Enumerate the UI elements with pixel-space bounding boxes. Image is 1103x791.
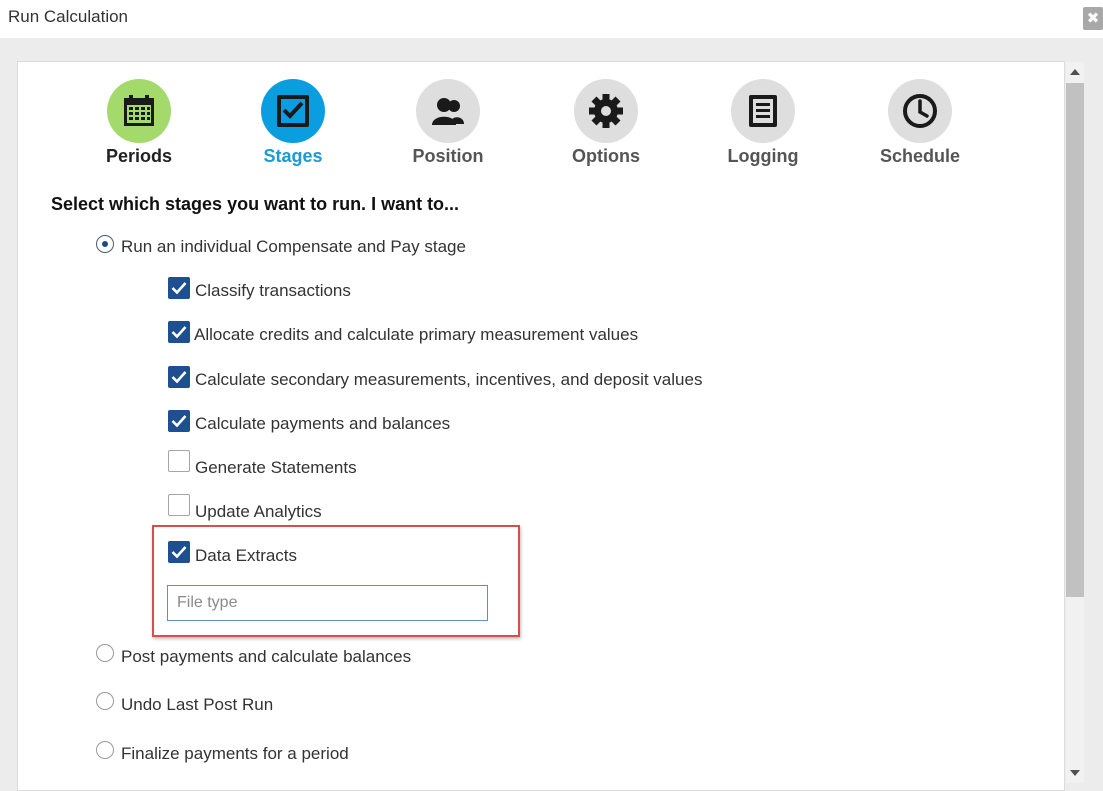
scroll-thumb[interactable] xyxy=(1066,83,1084,597)
checkbox-generate-statements[interactable] xyxy=(168,450,190,472)
step-schedule-label: Schedule xyxy=(879,146,961,166)
stage-label: Data Extracts xyxy=(195,546,298,565)
document-icon xyxy=(749,95,777,127)
calendar-icon xyxy=(124,95,154,126)
stage-label: Generate Statements xyxy=(195,458,357,477)
window-title: Run Calculation xyxy=(8,7,129,26)
checkbox-icon xyxy=(277,95,309,127)
step-periods-circle xyxy=(107,79,171,143)
checkmark-icon xyxy=(171,371,187,384)
step-logging[interactable]: Logging xyxy=(698,79,828,167)
file-type-input[interactable] xyxy=(167,585,488,621)
checkbox-classify-transactions[interactable] xyxy=(168,277,190,299)
title-bar: Run Calculation ✖ xyxy=(0,0,1103,38)
radio-individual-stage[interactable] xyxy=(96,235,114,253)
stage-label: Calculate secondary measurements, incent… xyxy=(195,370,703,389)
step-periods-label: Periods xyxy=(105,146,173,166)
stage-label: Allocate credits and calculate primary m… xyxy=(194,325,639,344)
step-stages-label: Stages xyxy=(263,146,323,166)
clock-icon xyxy=(903,94,937,128)
radio-undo-last-post-label: Undo Last Post Run xyxy=(121,695,274,714)
step-options-label: Options xyxy=(572,146,640,166)
step-position-label: Position xyxy=(412,146,484,166)
radio-individual-stage-label: Run an individual Compensate and Pay sta… xyxy=(121,237,466,256)
checkbox-update-analytics[interactable] xyxy=(168,494,190,516)
checkmark-icon xyxy=(171,415,187,428)
step-schedule-circle xyxy=(888,79,952,143)
step-logging-label: Logging xyxy=(727,146,799,166)
radio-finalize-payments-label: Finalize payments for a period xyxy=(121,744,349,763)
step-options-circle xyxy=(574,79,638,143)
checkbox-allocate-credits[interactable] xyxy=(168,321,190,343)
checkmark-icon xyxy=(171,546,187,559)
step-periods[interactable]: Periods xyxy=(74,79,204,167)
step-stages-circle xyxy=(261,79,325,143)
stage-label: Calculate payments and balances xyxy=(195,414,451,433)
scroll-down-arrow-icon[interactable] xyxy=(1070,770,1080,776)
step-options[interactable]: Options xyxy=(541,79,671,167)
step-stages[interactable]: Stages xyxy=(228,79,358,167)
radio-post-payments[interactable] xyxy=(96,644,114,662)
radio-finalize-payments[interactable] xyxy=(96,741,114,759)
checkmark-icon xyxy=(171,282,187,295)
step-schedule[interactable]: Schedule xyxy=(855,79,985,167)
people-icon xyxy=(432,98,464,125)
section-heading: Select which stages you want to run. I w… xyxy=(51,194,460,214)
radio-undo-last-post[interactable] xyxy=(96,692,114,710)
radio-post-payments-label: Post payments and calculate balances xyxy=(121,647,412,666)
checkbox-calculate-payments[interactable] xyxy=(168,410,190,432)
step-position[interactable]: Position xyxy=(383,79,513,167)
step-position-circle xyxy=(416,79,480,143)
checkbox-data-extracts[interactable] xyxy=(168,541,190,563)
checkmark-icon xyxy=(171,326,187,339)
stage-label: Classify transactions xyxy=(195,281,351,300)
checkbox-calculate-secondary[interactable] xyxy=(168,366,190,388)
scroll-up-arrow-icon[interactable] xyxy=(1070,69,1080,75)
close-icon[interactable]: ✖ xyxy=(1083,7,1103,30)
gear-icon xyxy=(589,94,623,128)
vertical-scrollbar[interactable] xyxy=(1066,62,1084,783)
step-logging-circle xyxy=(731,79,795,143)
stage-label: Update Analytics xyxy=(195,502,322,521)
